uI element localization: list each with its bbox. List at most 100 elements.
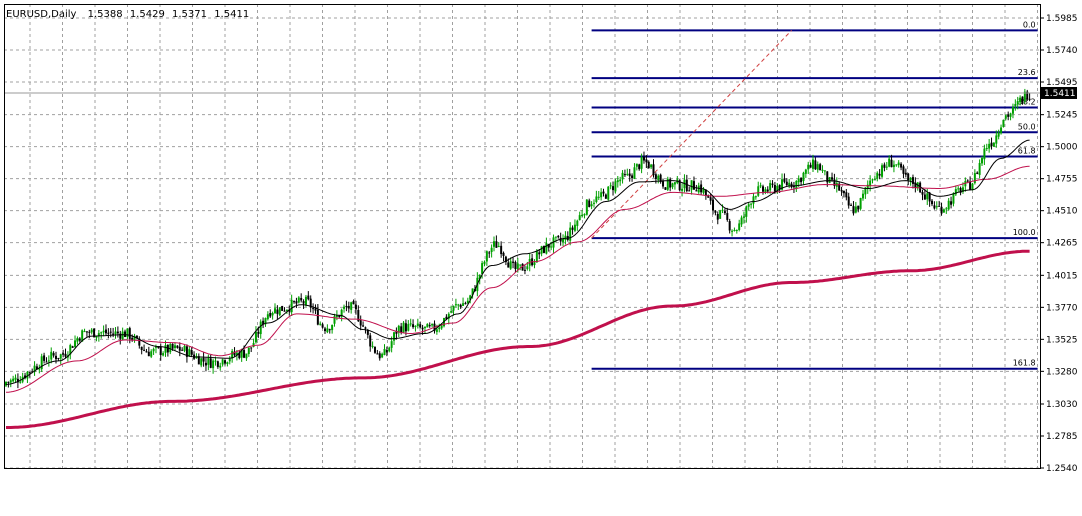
candle-body [628, 173, 631, 177]
candle-body [400, 326, 403, 333]
candle-body [416, 323, 419, 327]
candle-body [842, 191, 845, 194]
candle-body [647, 161, 650, 169]
candle-body [747, 204, 750, 207]
candle-body [283, 310, 286, 312]
candle-body [369, 335, 372, 347]
candle-body [688, 190, 691, 192]
candle-body [576, 220, 579, 226]
candle-body [600, 192, 603, 198]
candle-body [847, 196, 850, 206]
candle-body [290, 299, 293, 313]
candle-body [345, 306, 348, 308]
candle-body [493, 241, 496, 247]
candle-body [902, 166, 905, 174]
candle-body [247, 347, 250, 354]
candle-body [995, 135, 998, 144]
candle-body [202, 357, 205, 362]
candle-body [940, 206, 943, 214]
candle-body [364, 327, 367, 329]
candle-body [181, 349, 184, 351]
price-tick-label: 1.3030 [1046, 400, 1078, 410]
candle-body [635, 163, 638, 167]
candle-body [733, 229, 736, 231]
candle-body [950, 201, 953, 205]
price-tick-label: 1.5985 [1046, 14, 1078, 24]
candle-body [78, 338, 81, 341]
candle-body [645, 159, 648, 163]
symbol-label: EURUSD,Daily [6, 9, 77, 20]
candle-body [128, 328, 131, 339]
candle-body [883, 164, 886, 168]
plot-background [4, 4, 1040, 468]
candle-body [200, 358, 203, 366]
candle-body [390, 341, 393, 348]
price-tick-label: 1.5740 [1046, 46, 1078, 56]
candle-body [335, 315, 338, 318]
candle-body [212, 360, 215, 369]
candle-body [271, 312, 274, 316]
candle-body [888, 158, 891, 167]
candle-body [74, 340, 77, 347]
candle-body [857, 205, 860, 210]
candle-body [1028, 98, 1031, 100]
candle-body [757, 186, 760, 196]
candle-body [352, 301, 355, 305]
candle-body [512, 261, 515, 263]
candle-body [892, 164, 895, 168]
candle-body [614, 181, 617, 192]
candle-body [297, 297, 300, 303]
candle-body [707, 196, 710, 198]
candle-body [88, 331, 91, 333]
candle-body [557, 235, 560, 238]
candle-body [612, 186, 615, 191]
candle-body [816, 164, 819, 170]
candle-body [359, 320, 362, 326]
candle-body [426, 323, 429, 328]
candle-body [495, 241, 498, 248]
candle-body [50, 351, 53, 360]
candle-body [57, 357, 60, 359]
candle-body [662, 181, 665, 187]
candle-body [157, 347, 160, 349]
candle-body [716, 213, 719, 220]
candle-body [638, 164, 641, 170]
candle-body [526, 266, 529, 270]
candle-body [304, 296, 307, 305]
fib-level-label: 50.0 [1018, 122, 1036, 131]
candle-body [947, 200, 950, 210]
candle-body [595, 196, 598, 202]
candle-body [293, 301, 296, 303]
price-tick-label: 1.3770 [1046, 303, 1078, 313]
candle-body [742, 216, 745, 218]
price-chart[interactable]: 0.0 23.6 38.2 50.0 61.8 100.0 161.8 1.5985 1.57… [0, 0, 1082, 512]
price-tick-label: 1.3280 [1046, 367, 1078, 377]
candle-body [174, 345, 177, 349]
candle-body [378, 353, 381, 359]
candle-body [607, 186, 610, 200]
candle-body [981, 158, 984, 164]
candle-body [47, 360, 50, 362]
candle-body [100, 332, 103, 334]
candle-body [738, 223, 741, 231]
candle-body [695, 190, 698, 192]
price-tick-label: 1.2540 [1046, 464, 1078, 474]
candle-body [90, 329, 93, 333]
chart-svg[interactable]: 0.023.638.250.061.8100.0161.8 1.59851.57… [0, 0, 1082, 512]
candle-body [690, 180, 693, 190]
candle-body [633, 167, 636, 179]
candle-body [909, 177, 912, 181]
candle-body [254, 331, 257, 343]
candle-body [550, 246, 553, 248]
candle-body [681, 188, 684, 191]
candle-body [797, 178, 800, 183]
candle-body [933, 205, 936, 209]
candle-body [219, 365, 222, 368]
candle-body [269, 312, 272, 317]
candle-body [554, 236, 557, 238]
candle-body [266, 314, 269, 320]
candle-body [652, 164, 655, 176]
candle-body [404, 323, 407, 332]
candle-body [921, 191, 924, 195]
candle-body [1014, 104, 1017, 107]
